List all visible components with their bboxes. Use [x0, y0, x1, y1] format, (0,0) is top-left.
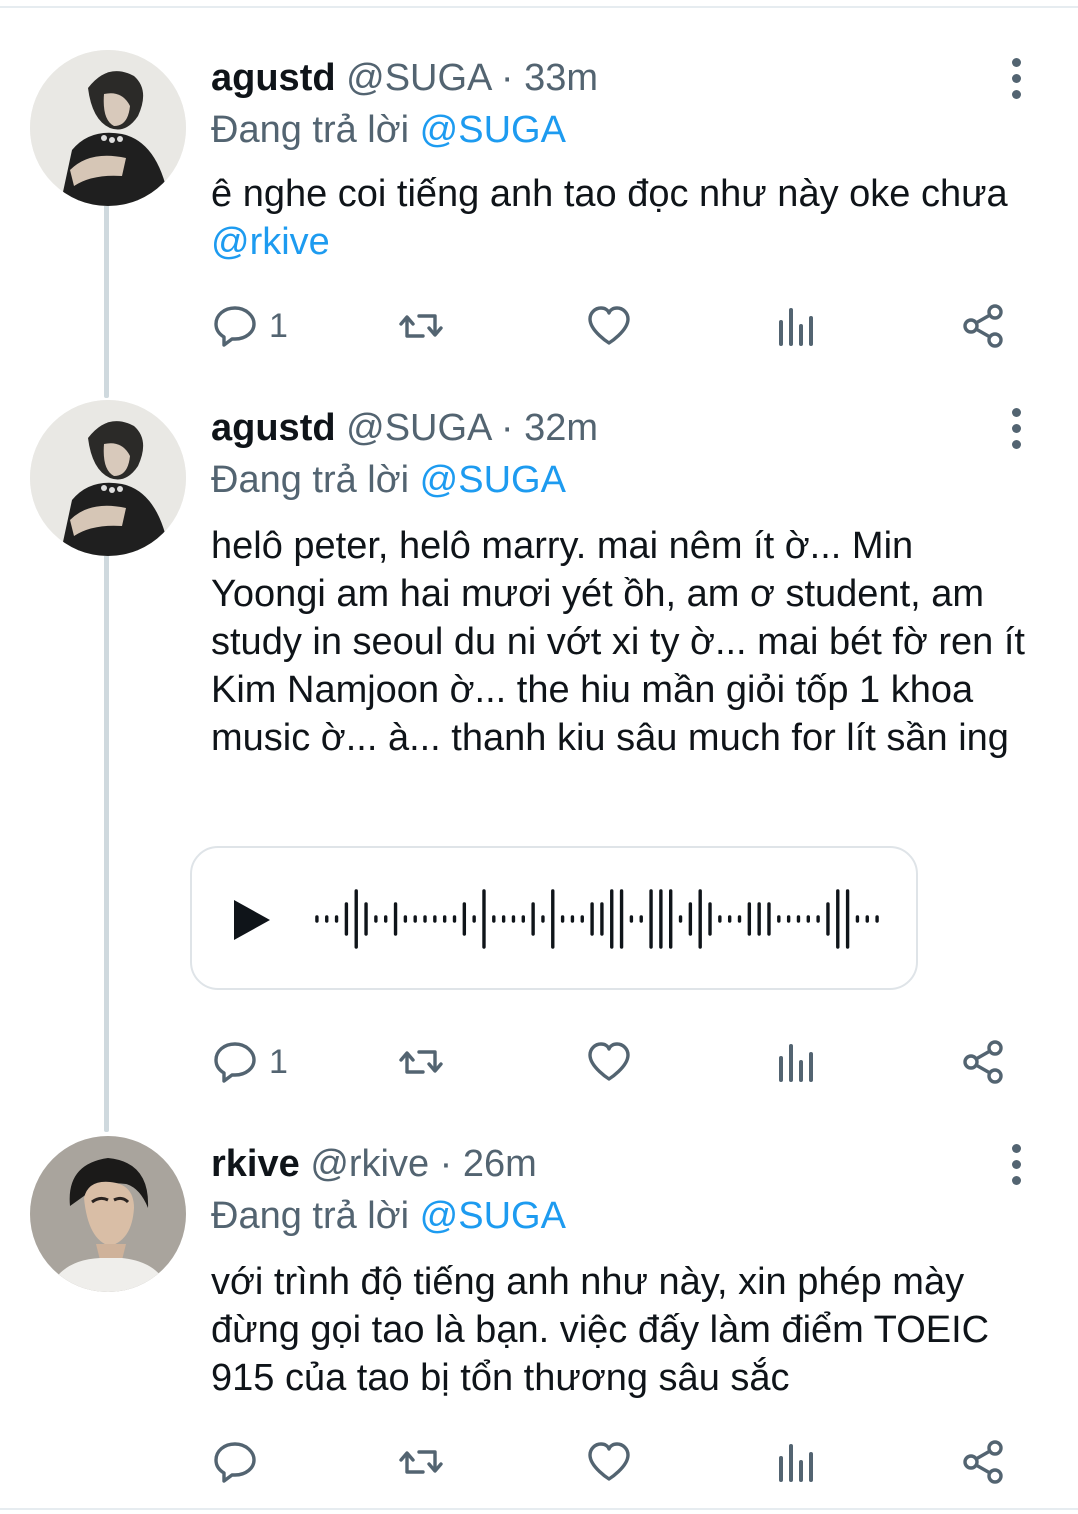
- tweet-text-content: ê nghe coi tiếng anh tao đọc như này oke…: [211, 173, 1008, 215]
- share-icon: [963, 1440, 1003, 1484]
- replying-label: Đang trả lời: [211, 459, 420, 501]
- like-icon: [588, 1442, 630, 1481]
- reply-button[interactable]: [211, 1438, 269, 1486]
- more-icon[interactable]: [1004, 1144, 1028, 1185]
- replying-to: Đang trả lời @SUGA: [211, 1192, 566, 1240]
- reply-icon: [214, 1442, 256, 1483]
- user-handle[interactable]: @SUGA: [346, 57, 490, 99]
- timestamp[interactable]: 26m: [463, 1143, 537, 1185]
- share-button[interactable]: [959, 1438, 1007, 1486]
- retweet-button[interactable]: [397, 1438, 445, 1486]
- tweet-header: agustd @SUGA · 33m: [211, 54, 598, 102]
- share-icon: [963, 1040, 1003, 1084]
- tweet-text: helô peter, helô marry. mai nêm ít ờ... …: [211, 525, 1025, 759]
- retweet-button[interactable]: [397, 302, 445, 350]
- more-icon[interactable]: [1004, 408, 1028, 449]
- analytics-button[interactable]: [771, 302, 819, 350]
- play-icon[interactable]: [234, 900, 270, 940]
- replying-mention[interactable]: @SUGA: [420, 1195, 566, 1237]
- retweet-icon: [399, 314, 443, 338]
- separator: ·: [429, 1143, 463, 1185]
- retweet-icon: [399, 1450, 443, 1474]
- avatar-image: [30, 400, 186, 556]
- retweet-icon: [399, 1050, 443, 1074]
- reply-button[interactable]: 1: [211, 302, 288, 350]
- timestamp[interactable]: 33m: [524, 57, 598, 99]
- reply-count: 1: [269, 306, 288, 345]
- like-button[interactable]: [585, 1438, 633, 1486]
- share-button[interactable]: [959, 302, 1007, 350]
- display-name[interactable]: agustd: [211, 407, 336, 449]
- replying-to: Đang trả lời @SUGA: [211, 106, 566, 154]
- replying-to: Đang trả lời @SUGA: [211, 456, 566, 504]
- analytics-icon: [779, 1044, 813, 1082]
- reply-icon: [214, 1042, 256, 1083]
- separator: ·: [490, 407, 525, 449]
- like-icon: [588, 306, 630, 345]
- reply-button[interactable]: 1: [211, 1038, 288, 1086]
- user-handle[interactable]: @rkive: [310, 1143, 429, 1185]
- thread-connector: [104, 552, 109, 1132]
- retweet-button[interactable]: [397, 1038, 445, 1086]
- text-mention[interactable]: @rkive: [211, 221, 330, 263]
- avatar-image: [30, 50, 186, 206]
- reply-count: 1: [269, 1042, 288, 1081]
- tweet-text: ê nghe coi tiếng anh tao đọc như này oke…: [211, 170, 1031, 266]
- timestamp[interactable]: 32m: [524, 407, 598, 449]
- tweet-header: agustd @SUGA · 32m: [211, 404, 598, 452]
- bottom-divider: [0, 1508, 1078, 1510]
- replying-label: Đang trả lời: [211, 1195, 420, 1237]
- separator: ·: [490, 57, 525, 99]
- user-handle[interactable]: @SUGA: [346, 407, 490, 449]
- avatar[interactable]: [30, 400, 186, 556]
- share-icon: [963, 304, 1003, 348]
- analytics-button[interactable]: [771, 1438, 819, 1486]
- action-bar: [211, 1438, 1011, 1486]
- display-name[interactable]: agustd: [211, 57, 336, 99]
- analytics-icon: [779, 308, 813, 346]
- audio-player[interactable]: [190, 846, 918, 990]
- analytics-icon: [779, 1444, 813, 1482]
- replying-mention[interactable]: @SUGA: [420, 109, 566, 151]
- replying-label: Đang trả lời: [211, 109, 420, 151]
- display-name[interactable]: rkive: [211, 1143, 300, 1185]
- reply-icon: [214, 306, 256, 347]
- action-bar: 1: [211, 302, 1011, 350]
- audio-waveform[interactable]: [312, 886, 882, 952]
- share-button[interactable]: [959, 1038, 1007, 1086]
- replying-mention[interactable]: @SUGA: [420, 459, 566, 501]
- like-icon: [588, 1042, 630, 1081]
- more-icon[interactable]: [1004, 58, 1028, 99]
- avatar[interactable]: [30, 1136, 186, 1292]
- thread-connector: [104, 200, 109, 398]
- avatar[interactable]: [30, 50, 186, 206]
- action-bar: 1: [211, 1038, 1011, 1086]
- tweet-header: rkive @rkive · 26m: [211, 1140, 537, 1188]
- like-button[interactable]: [585, 302, 633, 350]
- avatar-image: [30, 1136, 186, 1292]
- tweet-text: với trình độ tiếng anh như này, xin phép…: [211, 1261, 990, 1399]
- top-divider: [0, 6, 1078, 8]
- analytics-button[interactable]: [771, 1038, 819, 1086]
- like-button[interactable]: [585, 1038, 633, 1086]
